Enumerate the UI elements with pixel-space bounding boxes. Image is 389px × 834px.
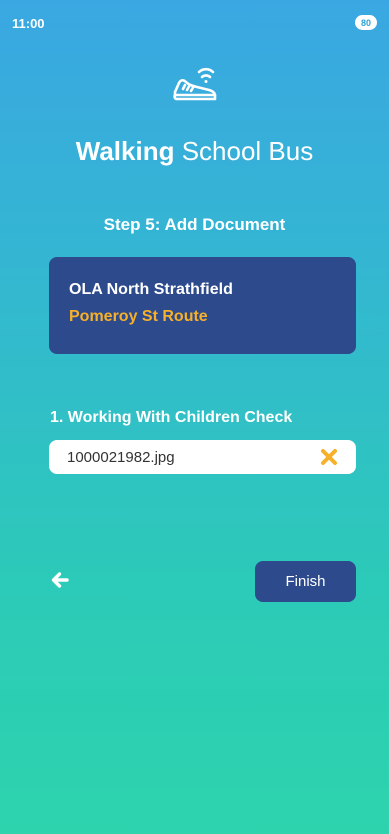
app-title-rest: School Bus (174, 136, 314, 166)
file-field[interactable]: 1000021982.jpg (49, 440, 356, 474)
document-label: 1. Working With Children Check (50, 409, 293, 426)
file-name: 1000021982.jpg (67, 448, 175, 466)
walking-shoe-wifi-icon (169, 58, 221, 110)
route-name: Pomeroy St Route (69, 308, 208, 325)
status-time: 11:00 (12, 16, 45, 31)
route-card: OLA North Strathfield Pomeroy St Route (49, 257, 356, 354)
status-bar: 11:00 80 (0, 0, 389, 44)
school-name: OLA North Strathfield (69, 281, 233, 298)
battery-icon: 80 (355, 15, 377, 30)
app-title: Walking School Bus (0, 136, 389, 167)
finish-button[interactable]: Finish (255, 561, 356, 602)
close-x-icon[interactable] (320, 448, 338, 466)
step-title: Step 5: Add Document (103, 215, 286, 234)
arrow-left-icon[interactable] (50, 570, 70, 590)
app-title-bold: Walking (75, 136, 175, 166)
